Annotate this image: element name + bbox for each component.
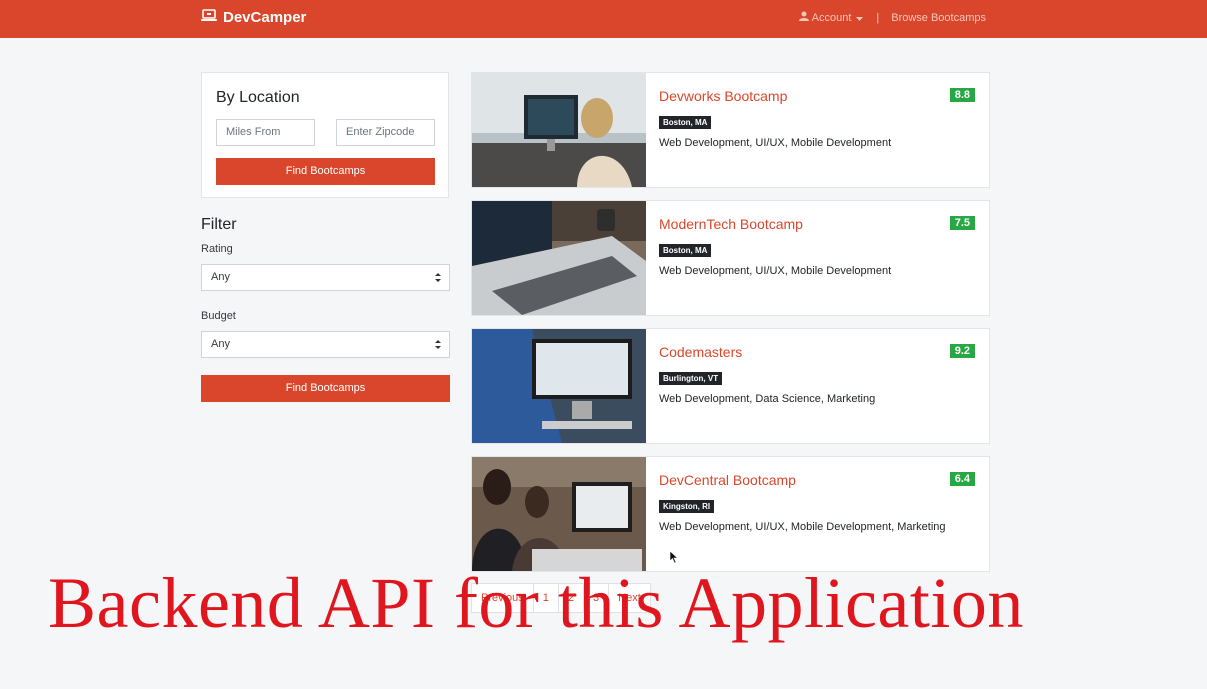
bootcamp-thumbnail	[472, 329, 646, 443]
budget-label: Budget	[201, 310, 236, 322]
bootcamp-title-link[interactable]: ModernTech Bootcamp	[659, 216, 803, 232]
rating-badge: 8.8	[949, 88, 975, 102]
nav-separator: |	[876, 11, 880, 24]
location-find-button[interactable]: Find Bootcamps	[216, 158, 435, 185]
select-arrows-icon	[435, 332, 441, 367]
careers-text: Web Development, UI/UX, Mobile Developme…	[659, 521, 946, 533]
bootcamp-thumbnail	[472, 457, 646, 571]
rating-select-value: Any	[211, 271, 230, 283]
bootcamp-card: Codemasters 9.2 Burlington, VT Web Devel…	[471, 328, 990, 444]
overlay-caption: Backend API for this Application	[48, 563, 1024, 643]
select-arrows-icon	[435, 265, 441, 300]
careers-text: Web Development, UI/UX, Mobile Developme…	[659, 265, 892, 277]
rating-badge: 6.4	[949, 472, 975, 486]
rating-label: Rating	[201, 243, 233, 255]
brand-name: DevCamper	[223, 9, 307, 26]
navbar: DevCamper Account | Browse Bootcamps	[0, 0, 1207, 38]
careers-text: Web Development, Data Science, Marketing	[659, 393, 876, 405]
bootcamp-title-link[interactable]: DevCentral Bootcamp	[659, 472, 796, 488]
location-badge: Kingston, RI	[659, 500, 715, 513]
rating-badge: 7.5	[949, 216, 975, 230]
budget-select[interactable]: Any	[201, 331, 450, 358]
zipcode-input[interactable]: Enter Zipcode	[336, 119, 435, 146]
budget-select-value: Any	[211, 338, 230, 350]
nav-right: Account | Browse Bootcamps	[798, 11, 986, 24]
bootcamp-thumbnail	[472, 73, 646, 187]
rating-select[interactable]: Any	[201, 264, 450, 291]
account-label: Account	[811, 11, 852, 24]
location-badge: Burlington, VT	[659, 372, 723, 385]
bootcamp-card: DevCentral Bootcamp 6.4 Kingston, RI Web…	[471, 456, 990, 572]
user-icon	[798, 11, 809, 24]
filter-title: Filter	[201, 216, 237, 233]
bootcamp-card: ModernTech Bootcamp 7.5 Boston, MA Web D…	[471, 200, 990, 316]
rating-badge: 9.2	[949, 344, 975, 358]
bootcamp-title-link[interactable]: Devworks Bootcamp	[659, 88, 787, 104]
laptop-icon	[201, 9, 217, 26]
miles-from-input[interactable]: Miles From	[216, 119, 315, 146]
bootcamp-thumbnail	[472, 201, 646, 315]
location-card: By Location Miles From Enter Zipcode Fin…	[201, 72, 449, 198]
browse-bootcamps-link[interactable]: Browse Bootcamps	[891, 12, 986, 24]
caret-down-icon	[856, 12, 864, 24]
bootcamp-title-link[interactable]: Codemasters	[659, 344, 742, 360]
location-title: By Location	[216, 89, 300, 106]
careers-text: Web Development, UI/UX, Mobile Developme…	[659, 137, 892, 149]
location-badge: Boston, MA	[659, 116, 712, 129]
bootcamp-card: Devworks Bootcamp 8.8 Boston, MA Web Dev…	[471, 72, 990, 188]
filter-find-button[interactable]: Find Bootcamps	[201, 375, 450, 402]
location-badge: Boston, MA	[659, 244, 712, 257]
account-dropdown[interactable]: Account	[798, 11, 864, 24]
brand-link[interactable]: DevCamper	[201, 9, 306, 26]
